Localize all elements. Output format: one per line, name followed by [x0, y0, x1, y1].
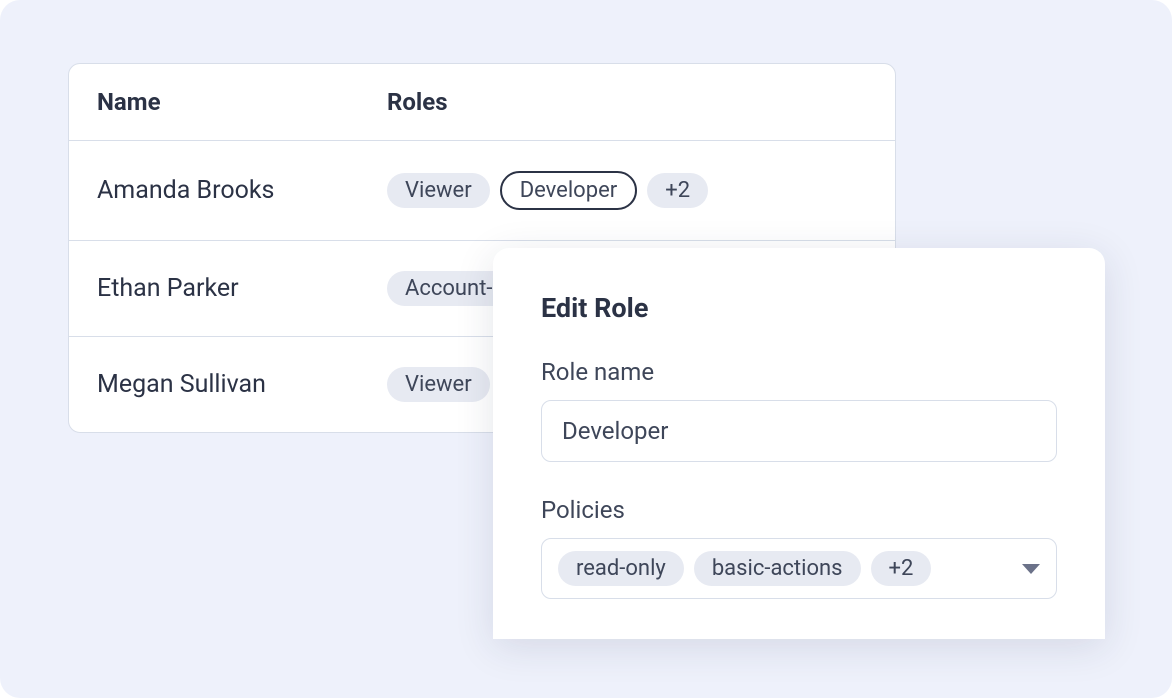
table-row[interactable]: Amanda Brooks Viewer Developer +2: [69, 141, 895, 241]
role-name-label: Role name: [541, 358, 1057, 386]
role-chip-selected[interactable]: Developer: [500, 171, 638, 210]
policy-chip[interactable]: basic-actions: [694, 551, 861, 586]
user-name-cell: Ethan Parker: [97, 274, 387, 303]
user-roles-cell: Viewer: [387, 367, 490, 402]
popover-title: Edit Role: [541, 292, 1057, 324]
policies-multiselect[interactable]: read-only basic-actions +2: [541, 538, 1057, 599]
user-roles-cell: Account-: [387, 271, 510, 306]
policy-chip[interactable]: read-only: [558, 551, 684, 586]
user-name-cell: Amanda Brooks: [97, 176, 387, 205]
role-name-input[interactable]: [541, 400, 1057, 462]
user-roles-cell: Viewer Developer +2: [387, 171, 708, 210]
chevron-down-icon[interactable]: [1022, 564, 1040, 574]
column-header-name: Name: [97, 88, 387, 116]
role-chip[interactable]: Account-: [387, 271, 510, 306]
app-canvas: Name Roles Amanda Brooks Viewer Develope…: [0, 0, 1172, 698]
policies-label: Policies: [541, 496, 1057, 524]
column-header-roles: Roles: [387, 88, 448, 116]
edit-role-popover: Edit Role Role name Policies read-only b…: [493, 248, 1105, 639]
policy-chip-overflow[interactable]: +2: [871, 551, 932, 586]
user-name-cell: Megan Sullivan: [97, 370, 387, 399]
role-chip-overflow[interactable]: +2: [647, 173, 708, 208]
table-header-row: Name Roles: [69, 64, 895, 141]
role-chip[interactable]: Viewer: [387, 367, 490, 402]
role-chip[interactable]: Viewer: [387, 173, 490, 208]
